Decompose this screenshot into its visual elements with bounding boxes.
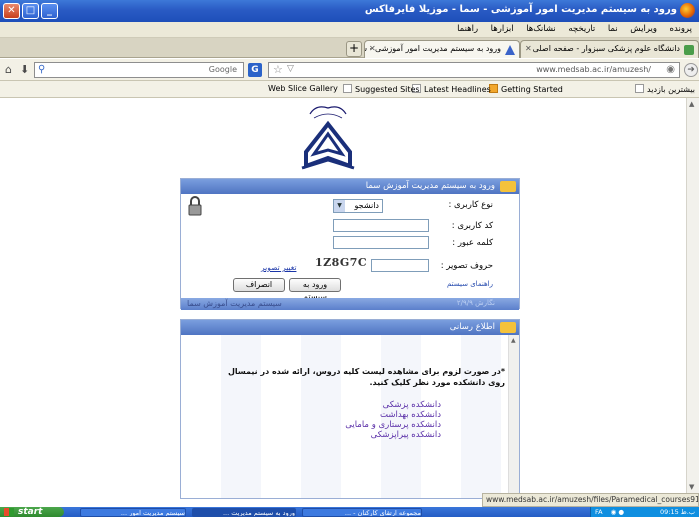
bookmark-star-icon[interactable]: ☆	[273, 63, 283, 76]
firefox-logo-icon	[680, 3, 695, 18]
title-bar: ورود به سیستم مدیریت امور آموزشی - سما -…	[0, 0, 699, 22]
bookmarks-toolbar: بیشترین بازدید Getting Started Latest He…	[0, 81, 699, 98]
username-label: کد کاربری :	[451, 221, 493, 231]
page-icon	[343, 84, 352, 93]
window-title: ورود به سیستم مدیریت امور آموزشی - سما -…	[364, 4, 677, 15]
minimize-window-button[interactable]: _	[41, 3, 58, 19]
scroll-down-icon[interactable]: ▼	[689, 483, 694, 491]
menu-view[interactable]: نما	[605, 22, 625, 34]
scroll-up-icon[interactable]: ▲	[689, 100, 694, 108]
back-button[interactable]: ➜	[684, 63, 698, 77]
panel-header-icon	[500, 322, 516, 333]
faculty-links: دانشکده پزشکی دانشکده بهداشت دانشکده پرس…	[345, 400, 441, 440]
system-guide-link[interactable]: راهنمای سیستم	[447, 280, 493, 288]
taskbar-item-2[interactable]: ورود به سیستم مدیریت ...	[192, 508, 296, 517]
faculty-link-health[interactable]: دانشکده بهداشت	[345, 410, 441, 420]
bookmark-folder-icon	[635, 84, 645, 93]
captcha-image: 1Z8G7C	[315, 256, 368, 269]
sama-favicon-icon	[505, 45, 515, 55]
tab-bar: دانشگاه علوم پزشکی سبزوار - صفحه اصلی ✕ …	[0, 38, 699, 58]
captcha-input[interactable]	[371, 259, 429, 272]
download-icon[interactable]: ⬇	[20, 63, 29, 76]
search-engine-label: Google	[208, 65, 237, 74]
window-controls: ✕ □ _	[3, 3, 58, 19]
panel-header-icon	[500, 181, 516, 192]
menu-bookmarks[interactable]: نشانک‌ها	[523, 22, 563, 34]
faculty-link-nursing[interactable]: دانشکده پرستاری و مامایی	[345, 420, 441, 430]
username-input[interactable]	[333, 219, 429, 232]
language-indicator[interactable]: FA	[595, 508, 603, 516]
cancel-button[interactable]: انصراف	[233, 278, 285, 292]
faculty-link-paramedical[interactable]: دانشکده پیراپزشکی	[345, 430, 441, 440]
history-dropdown-icon[interactable]: ▽	[287, 64, 294, 74]
menu-history[interactable]: تاریخچه	[565, 22, 602, 34]
taskbar-item-3[interactable]: مجموعه ارتقای کارکنان - ...	[302, 508, 422, 517]
windows-logo-icon	[4, 508, 14, 516]
user-type-select[interactable]: ▼ دانشجو	[333, 199, 383, 213]
captcha-label: حروف تصویر :	[440, 261, 493, 271]
bookmark-most-visited[interactable]: بیشترین بازدید	[635, 84, 695, 94]
tab-university-home[interactable]: دانشگاه علوم پزشکی سبزوار - صفحه اصلی ✕	[520, 40, 699, 58]
announcements-title: اطلاع رسانی	[449, 322, 495, 332]
login-panel-header: ورود به سیستم مدیریت آموزش سما	[181, 179, 519, 194]
bookmark-suggested-sites[interactable]: Suggested Sites	[343, 84, 420, 94]
announcement-text: *در صورت لزوم برای مشاهده لیست کلیه دروس…	[227, 367, 505, 387]
menu-bar: پرونده ویرایش نما تاریخچه نشانک‌ها ابزار…	[0, 22, 699, 38]
tab-sama-login[interactable]: ورود به سیستم مدیریت امور آموزشی - سما ✕	[364, 40, 520, 58]
scroll-up-icon[interactable]: ▲	[511, 337, 516, 344]
new-tab-button[interactable]: +	[346, 41, 362, 57]
user-type-label: نوع کاربری :	[448, 200, 493, 210]
site-favicon-icon	[684, 45, 694, 55]
padlock-icon	[188, 196, 202, 216]
close-window-button[interactable]: ✕	[3, 3, 20, 19]
password-label: کلمه عبور :	[452, 238, 493, 248]
address-bar[interactable]: ☆ ▽ www.medsab.ac.ir/amuzesh/ ◉	[268, 62, 680, 78]
tray-icons: ◉ ●	[610, 508, 625, 516]
close-tab-icon[interactable]: ✕	[369, 41, 376, 57]
chevron-down-icon: ▼	[334, 200, 345, 212]
announcements-panel: اطلاع رسانی ▲ *در صورت لزوم برای مشاهده …	[180, 319, 520, 499]
close-tab-icon[interactable]: ✕	[525, 41, 532, 57]
announcements-scrollbar[interactable]: ▲	[508, 335, 519, 498]
login-form: نوع کاربری : ▼ دانشجو کد کاربری : کلمه ع…	[181, 194, 519, 301]
page-scrollbar[interactable]: ▲ ▼	[686, 98, 699, 493]
login-panel: ورود به سیستم مدیریت آموزش سما نوع کاربر…	[180, 178, 520, 310]
menu-file[interactable]: پرونده	[667, 22, 699, 34]
clock: 09:15 ب.ظ	[659, 508, 695, 516]
menu-tools[interactable]: ابزارها	[488, 22, 521, 34]
login-panel-title: ورود به سیستم مدیریت آموزش سما	[365, 181, 495, 191]
faculty-link-medicine[interactable]: دانشکده پزشکی	[345, 400, 441, 410]
search-input[interactable]: ⚲ Google	[34, 62, 244, 78]
bookmark-getting-started[interactable]: Getting Started	[489, 84, 563, 94]
tab-label: دانشگاه علوم پزشکی سبزوار - صفحه اصلی	[532, 44, 680, 53]
bookmark-latest-headlines[interactable]: Latest Headlines	[412, 84, 491, 94]
tab-label: ورود به سیستم مدیریت امور آموزشی - سما	[364, 44, 501, 53]
footer-system-name: سیستم مدیریت آموزش سما	[187, 299, 282, 308]
url-text: www.medsab.ac.ir/amuzesh/	[536, 65, 651, 74]
bookmark-web-slice-gallery[interactable]: Web Slice Gallery	[268, 84, 338, 93]
login-panel-footer: سیستم مدیریت آموزش سما نگارش ۲/۹/۹	[181, 298, 519, 310]
change-image-link[interactable]: تغییر تصویر	[261, 263, 296, 272]
maximize-window-button[interactable]: □	[22, 3, 39, 19]
system-tray: FA ◉ ● 09:15 ب.ظ	[590, 507, 699, 517]
university-logo	[301, 106, 355, 170]
announcements-header: اطلاع رسانی	[181, 320, 519, 335]
home-icon[interactable]: ⌂	[5, 63, 12, 76]
start-button[interactable]: start	[0, 507, 64, 517]
google-engine-icon[interactable]: G	[248, 63, 262, 77]
site-identity-icon[interactable]: ◉	[666, 64, 675, 75]
taskbar-item-1[interactable]: سیستم مدیریت امور ...	[80, 508, 186, 517]
taskbar: start سیستم مدیریت امور ... ورود به سیست…	[0, 507, 699, 517]
footer-version: نگارش ۲/۹/۹	[456, 299, 495, 307]
password-input[interactable]	[333, 236, 429, 249]
navigation-bar: ⌂ ⬇ ⚲ Google G ☆ ▽ www.medsab.ac.ir/amuz…	[0, 59, 699, 81]
login-button[interactable]: ورود به سیستم	[289, 278, 341, 301]
status-bar: www.medsab.ac.ir/amuzesh/files/Paramedic…	[482, 493, 699, 507]
search-icon: ⚲	[38, 64, 46, 75]
user-type-value: دانشجو	[354, 201, 379, 210]
menu-edit[interactable]: ویرایش	[627, 22, 664, 34]
menu-help[interactable]: راهنما	[454, 22, 485, 34]
